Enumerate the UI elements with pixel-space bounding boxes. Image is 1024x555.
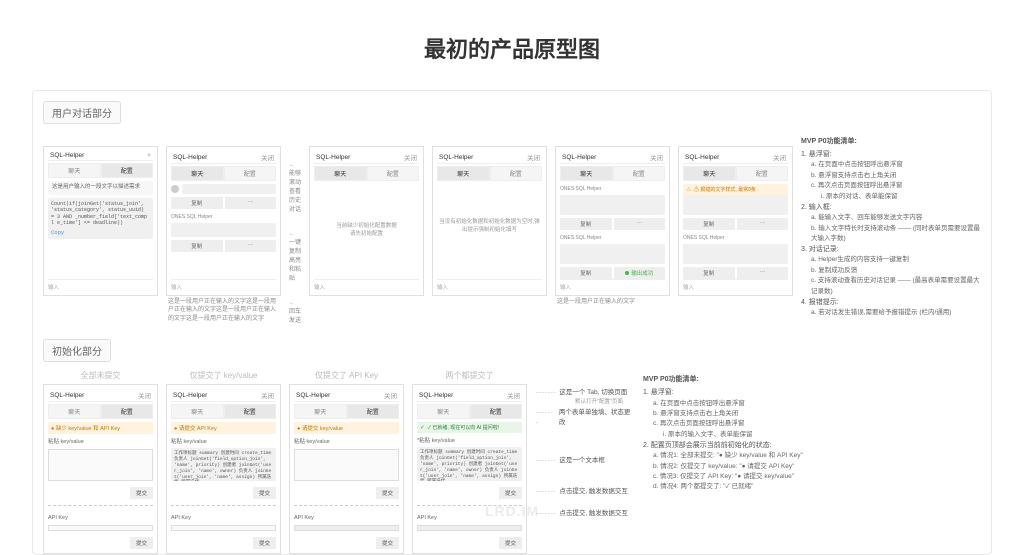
init-label-1: 全部未提交 [81,370,121,380]
empty-state-2: 当没有初始化数据和初始化数据为空时,弹出提示强制初始化填写 [437,210,542,243]
mvp-annotations-1: MVP P0功能清单: 1. 悬浮窗: a. 在页面中点击按钮呼出悬浮窗 b. … [801,132,981,323]
mvp-annotations-2: MVP P0功能清单: 1. 悬浮窗: a. 在页面中点击按钮呼出悬浮窗 b. … [643,370,981,497]
tab-config[interactable]: 配置 [101,163,154,178]
init-side-notes: -------这是一个 Tab, 切换页面 默认打开"配置"页面 -------… [535,370,635,519]
kv-filled: 工作项标题 summary 创建时间 create_time 负责人 joinG… [171,448,276,481]
section-label-init: 初始化部分 [43,339,111,362]
section-label-dialog: 用户对话部分 [43,101,121,124]
success-badge: 输出成功 [614,267,666,279]
input-area[interactable]: 输入 [48,279,153,291]
status-ready: ✓✓ 已就绪, 现在可以向 AI 提问啦! [417,422,522,433]
init-mock-1: SQL-Helper关闭 聊天配置 ● 缺少 key/value 和 API K… [43,384,158,554]
page-title: 最初的产品原型图 [0,0,1024,90]
init-label-4: 两个都提交了 [446,370,494,380]
watermark: LRD.IM [485,503,539,519]
ones-label: ONES SQL Helper [171,214,276,220]
status-need-kv: ● 请提交 key/value [294,422,399,434]
mockup-6: SQL-Helper关闭 聊天配置 ⚠⚠ 报错的文字样式, 最常8条 复制···… [678,146,793,296]
mock2-caption: 这是一段用户正在输入的文字这是一段用户正在输入的文字这是一段用户正在输入的文字这… [166,296,281,325]
user-message: 这是用户输入的一段文字以描述需求 [48,181,153,195]
mockup-2: SQL-Helper关闭 聊天配置 复制··· ONES SQL Helper … [166,146,281,296]
init-mock-3: SQL-Helper关闭 聊天配置 ● 请提交 key/value 粘贴 key… [289,384,404,554]
check-icon: ✓ [420,425,425,431]
avatar-icon [171,185,179,193]
submit-button[interactable]: 提交 [130,487,153,499]
init-row: 全部未提交 SQL-Helper关闭 聊天配置 ● 缺少 key/value 和… [43,370,981,554]
dialog-row: SQL-Helper × 聊天配置 这是用户输入的一段文字以描述需求 Count(… [43,132,981,325]
mock5-caption: 这是一段用户正在输入的文字 [555,296,670,308]
copy-link[interactable]: Copy [51,229,150,236]
close-icon[interactable]: × [147,152,151,159]
mockup-3: SQL-Helper关闭 聊天配置 当前缺少初始化配置数据 请先初始配置 输入 [309,146,424,296]
mockup-4: SQL-Helper关闭 聊天配置 当没有初始化数据和初始化数据为空时,弹出提示… [432,146,547,296]
warning-bar: ⚠⚠ 报错的文字样式, 最常8条 [683,184,788,195]
status-missing: ● 缺少 key/value 和 API Key [48,422,153,434]
close-text[interactable]: 关闭 [261,152,274,162]
init-label-3: 仅提交了 API Key [315,370,378,380]
warning-icon: ⚠ [686,187,691,193]
apikey-input[interactable] [48,525,153,531]
init-label-2: 仅提交了 key/value [189,370,257,380]
copy-button[interactable]: 复制 [171,197,223,209]
tab-chat[interactable]: 聊天 [48,163,101,178]
code-block: Count(if(joinGet('status_join', 'status_… [48,198,153,239]
prototype-canvas: 用户对话部分 SQL-Helper × 聊天配置 这是用户输入的一段文字以描述需求… [32,90,992,555]
empty-state: 当前缺少初始化配置数据 请先初始配置 [314,214,419,247]
mockup-1: SQL-Helper × 聊天配置 这是用户输入的一段文字以描述需求 Count(… [43,146,158,296]
init-mock-4: SQL-Helper关闭 聊天配置 ✓✓ 已就绪, 现在可以向 AI 提问啦! … [412,384,527,554]
arrow-annotations: 能够滚动查看历史对话 一键复制高亮和粘贴 回车发送 [289,132,301,324]
init-mock-2: SQL-Helper关闭 聊天配置 ● 请提交 API Key 粘贴 key/v… [166,384,281,554]
mock-title: SQL-Helper [50,152,84,159]
status-need-apikey: ● 请提交 API Key [171,422,276,434]
mockup-5: SQL-Helper关闭 聊天配置 ONES SQL Helper 复制··· … [555,146,670,296]
kv-input[interactable] [48,449,153,481]
